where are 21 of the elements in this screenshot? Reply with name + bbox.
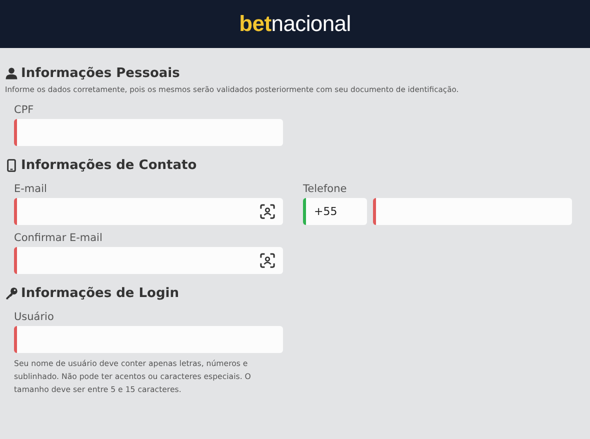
face-scan-icon	[260, 204, 275, 219]
key-icon	[5, 287, 18, 300]
country-code-field[interactable]: +55	[303, 198, 367, 225]
face-scan-icon	[260, 253, 275, 268]
section-title: Informações de Contato	[21, 158, 197, 173]
logo-text: nacional	[271, 11, 351, 37]
field-label: E-mail	[14, 183, 48, 195]
section-title: Informações Pessoais	[21, 66, 180, 81]
email-field[interactable]	[14, 247, 283, 274]
section-title: Informações de Login	[21, 286, 180, 301]
field-label: Usuário	[14, 311, 55, 323]
input-field[interactable]	[14, 326, 283, 353]
phone-icon	[5, 159, 18, 172]
input-field[interactable]	[14, 119, 283, 146]
person-icon	[5, 67, 18, 80]
email-field[interactable]	[14, 198, 283, 225]
field-label: CPF	[14, 104, 35, 116]
field-label: Telefone	[303, 183, 348, 195]
phone-field[interactable]	[373, 198, 572, 225]
field-label: Confirmar E-mail	[14, 232, 104, 244]
logo-text: bet	[239, 11, 272, 37]
